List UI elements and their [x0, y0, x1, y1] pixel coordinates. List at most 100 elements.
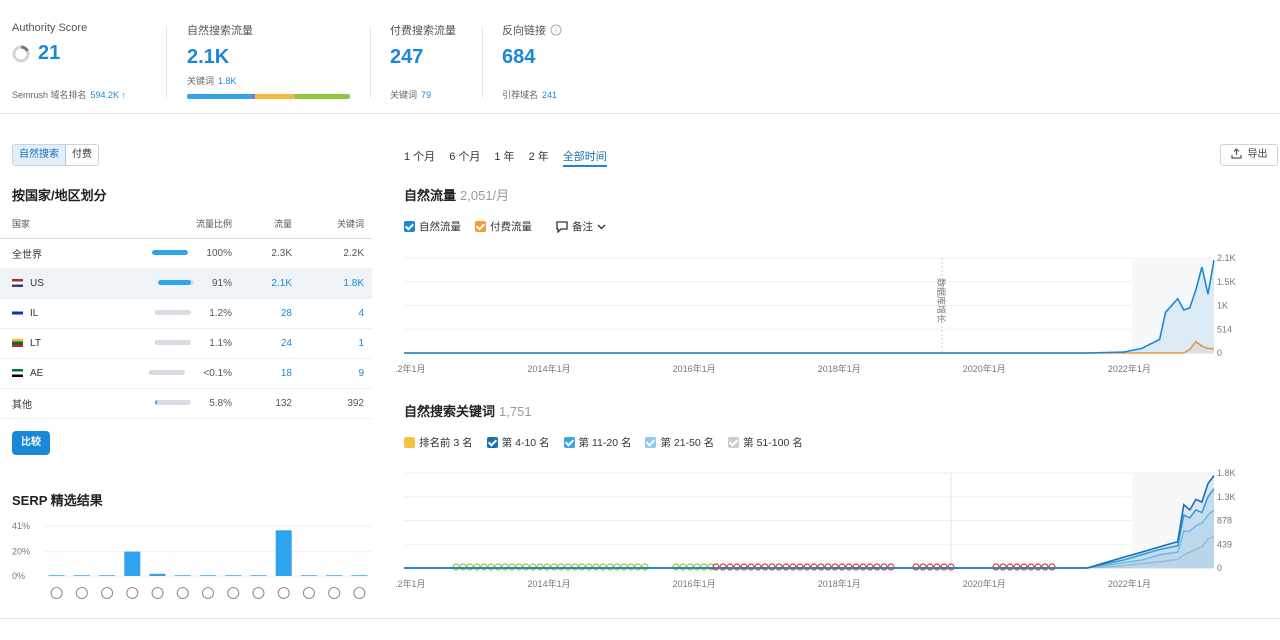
serp-change-marker[interactable] — [578, 563, 586, 571]
backlinks-card[interactable]: 反向链接 i 684 引荐域名 241 — [502, 22, 622, 102]
serp-change-marker[interactable] — [641, 563, 649, 571]
referring-domains-value[interactable]: 241 — [542, 90, 557, 100]
geo-country-cell[interactable]: AE — [0, 358, 130, 389]
legend-paid-traffic[interactable]: 付费流量 — [475, 219, 532, 234]
geo-country-cell[interactable]: IL — [0, 298, 130, 329]
serp-change-marker[interactable] — [817, 563, 825, 571]
serp-change-marker[interactable] — [508, 563, 516, 571]
geo-row[interactable]: LT 1.1% 24 1 — [0, 328, 372, 359]
serp-change-marker[interactable] — [838, 563, 846, 571]
serp-change-marker[interactable] — [775, 563, 783, 571]
series-line[interactable] — [404, 509, 1215, 569]
serp-change-marker[interactable] — [571, 563, 579, 571]
serp-change-marker[interactable] — [1041, 563, 1049, 571]
paid-traffic-card[interactable]: 付费搜索流量 247 关键词 79 — [390, 22, 480, 102]
serp-change-marker[interactable] — [740, 563, 748, 571]
series-line[interactable] — [404, 488, 1215, 569]
export-button[interactable]: 导出 — [1220, 144, 1278, 166]
serp-bar-document[interactable] — [99, 575, 116, 576]
serp-bar-circle-play[interactable] — [300, 575, 317, 576]
serp-change-marker[interactable] — [726, 563, 734, 571]
serp-change-marker[interactable] — [1027, 563, 1035, 571]
serp-change-marker[interactable] — [859, 563, 867, 571]
serp-change-marker[interactable] — [606, 563, 614, 571]
serp-change-marker[interactable] — [761, 563, 769, 571]
serp-change-marker[interactable] — [912, 563, 920, 571]
serp-change-marker[interactable] — [873, 563, 881, 571]
serp-change-marker[interactable] — [1034, 563, 1042, 571]
geo-country-cell[interactable]: 其他 — [0, 388, 130, 419]
geo-row[interactable]: IL 1.2% 28 4 — [0, 298, 372, 329]
serp-change-marker[interactable] — [466, 563, 474, 571]
serp-change-marker[interactable] — [536, 563, 544, 571]
organic-toggle-button[interactable]: 自然搜索 — [13, 145, 66, 165]
legend-position-range[interactable]: 第 21-50 名 — [645, 435, 714, 450]
serp-change-marker[interactable] — [824, 563, 832, 571]
paid-keywords-value[interactable]: 79 — [421, 90, 431, 100]
legend-position-range[interactable]: 第 4-10 名 — [486, 435, 550, 450]
serp-change-marker[interactable] — [700, 563, 708, 571]
serp-change-marker[interactable] — [515, 563, 523, 571]
organic-traffic-chart[interactable]: 2.1K 1.5K 1K 514 0 2012年1月 2014年1月 2016年1月 2018年… — [396, 250, 1280, 380]
serp-change-marker[interactable] — [564, 563, 572, 571]
col-share[interactable]: 流量比例 — [130, 210, 240, 239]
geo-keywords-cell[interactable]: 1 — [300, 328, 372, 359]
serp-change-marker[interactable] — [494, 563, 502, 571]
notes-dropdown[interactable]: 备注 — [556, 219, 606, 234]
serp-bar-question[interactable] — [351, 575, 368, 576]
serp-change-marker[interactable] — [754, 563, 762, 571]
series-line[interactable] — [404, 340, 1214, 354]
geo-traffic-cell[interactable]: 2.1K — [240, 268, 300, 299]
geo-keywords-cell[interactable]: 1.8K — [300, 268, 372, 299]
col-keywords[interactable]: 关键词 — [300, 210, 372, 239]
serp-change-marker[interactable] — [627, 563, 635, 571]
serp-change-marker[interactable] — [940, 563, 948, 571]
serp-change-marker[interactable] — [592, 563, 600, 571]
period-option[interactable]: 1 年 — [494, 148, 514, 167]
serp-change-marker[interactable] — [992, 563, 1000, 571]
serp-change-marker[interactable] — [679, 563, 687, 571]
paid-toggle-button[interactable]: 付费 — [66, 145, 98, 165]
serp-bar-review[interactable] — [250, 575, 267, 576]
geo-row[interactable]: US 91% 2.1K 1.8K — [0, 268, 372, 299]
col-traffic[interactable]: 流量 — [240, 210, 300, 239]
series-line[interactable] — [404, 475, 1215, 569]
serp-change-marker[interactable] — [543, 563, 551, 571]
serp-bar-star[interactable] — [174, 575, 191, 576]
serp-change-marker[interactable] — [810, 563, 818, 571]
serp-change-marker[interactable] — [803, 563, 811, 571]
serp-change-marker[interactable] — [487, 563, 495, 571]
serp-change-marker[interactable] — [672, 563, 680, 571]
info-icon[interactable]: i — [550, 24, 562, 36]
serp-change-marker[interactable] — [452, 563, 460, 571]
serp-change-marker[interactable] — [557, 563, 565, 571]
serp-change-marker[interactable] — [796, 563, 804, 571]
series-line[interactable] — [404, 260, 1215, 354]
serp-change-marker[interactable] — [501, 563, 509, 571]
series-line[interactable] — [404, 535, 1215, 569]
serp-bar-news[interactable] — [275, 530, 292, 576]
serp-change-marker[interactable] — [887, 563, 895, 571]
serp-change-marker[interactable] — [480, 563, 488, 571]
serp-change-marker[interactable] — [1020, 563, 1028, 571]
authority-score-card[interactable]: Authority Score 21 Semrush 域名排名 594.2K ↑ — [12, 22, 162, 102]
serp-change-marker[interactable] — [1013, 563, 1021, 571]
serp-bar-faq[interactable] — [326, 575, 343, 576]
geo-country-cell[interactable]: LT — [0, 328, 130, 359]
serp-bar-local-pack[interactable] — [73, 575, 90, 576]
organic-traffic-card[interactable]: 自然搜索流量 2.1K 关键词 1.8K — [187, 22, 357, 102]
compare-button[interactable]: 比较 — [12, 431, 50, 455]
serp-bar-video[interactable] — [200, 575, 216, 576]
geo-traffic-cell[interactable]: 24 — [240, 328, 300, 359]
serp-change-marker[interactable] — [459, 563, 467, 571]
serp-change-marker[interactable] — [1006, 563, 1014, 571]
serp-change-marker[interactable] — [845, 563, 853, 571]
serp-change-marker[interactable] — [789, 563, 797, 571]
serp-change-marker[interactable] — [686, 563, 694, 571]
serp-change-marker[interactable] — [473, 563, 481, 571]
geo-country-cell[interactable]: 全世界 — [0, 238, 130, 269]
legend-position-range[interactable]: 排名前 3 名 — [404, 435, 473, 450]
serp-change-marker[interactable] — [926, 563, 934, 571]
serp-change-marker[interactable] — [599, 563, 607, 571]
geo-keywords-cell[interactable]: 9 — [300, 358, 372, 389]
